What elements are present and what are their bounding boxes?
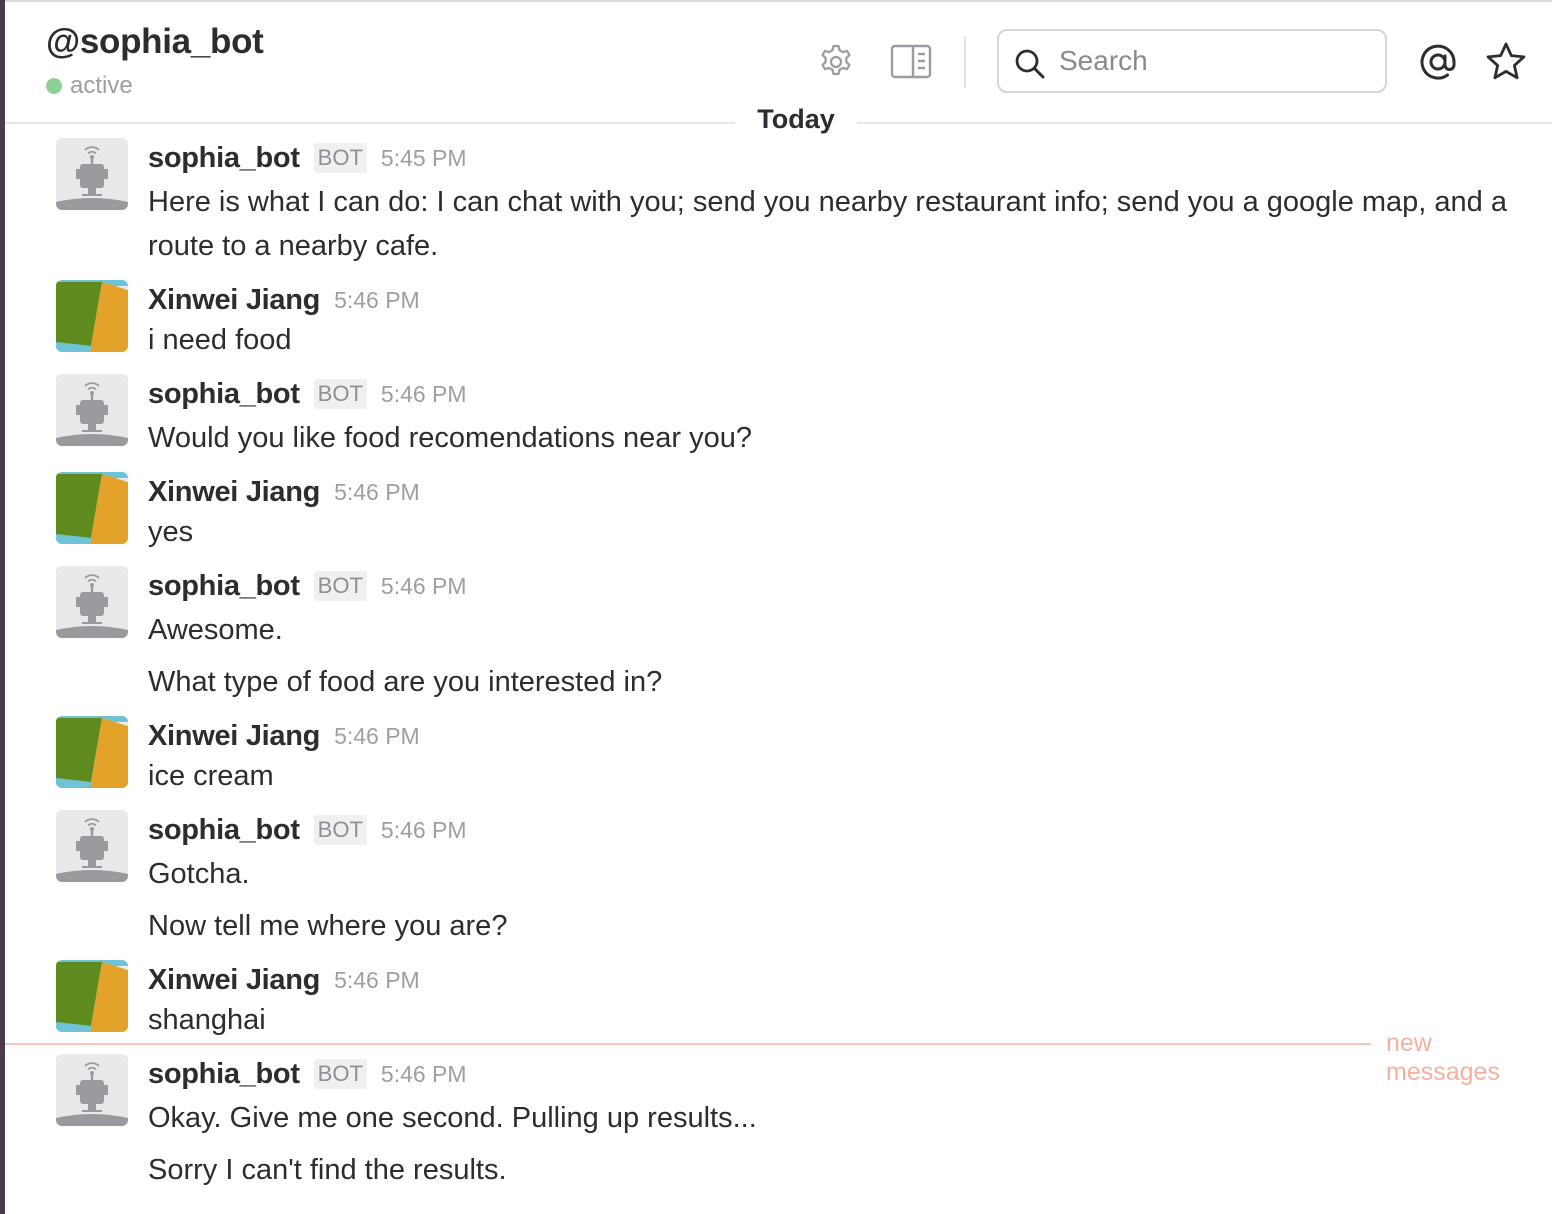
user-avatar[interactable] [56, 716, 128, 788]
presence-dot-icon [46, 78, 62, 94]
message-timestamp[interactable]: 5:46 PM [381, 1061, 467, 1088]
sender-name[interactable]: sophia_bot [148, 814, 300, 847]
message-text: ice cream [148, 760, 274, 792]
message-timestamp[interactable]: 5:46 PM [381, 817, 467, 844]
star-icon[interactable] [1484, 40, 1528, 84]
message-text: What type of food are you interested in? [148, 666, 663, 698]
message-timestamp[interactable]: 5:46 PM [381, 381, 467, 408]
bot-avatar[interactable] [56, 566, 128, 638]
sender-name[interactable]: Xinwei Jiang [148, 284, 320, 317]
bot-avatar[interactable] [56, 374, 128, 446]
message-text: Gotcha. [148, 858, 250, 890]
message-header: sophia_bot BOT 5:45 PM [148, 140, 467, 176]
message-text: Awesome. [148, 614, 283, 646]
header-divider [964, 36, 966, 88]
message-header: Xinwei Jiang 5:46 PM [148, 718, 420, 754]
sender-name[interactable]: sophia_bot [148, 142, 300, 175]
user-avatar[interactable] [56, 280, 128, 352]
search-box[interactable] [997, 29, 1387, 93]
message-timestamp[interactable]: 5:45 PM [381, 145, 467, 172]
message-text: i need food [148, 324, 292, 356]
presence-status: active [46, 72, 133, 100]
sidebar-toggle-icon[interactable] [889, 40, 933, 84]
sender-name[interactable]: Xinwei Jiang [148, 720, 320, 753]
search-input[interactable] [1059, 41, 1369, 81]
message-header: sophia_bot BOT 5:46 PM [148, 568, 467, 604]
message-header: Xinwei Jiang 5:46 PM [148, 282, 420, 318]
bot-badge: BOT [313, 1059, 367, 1089]
at-sign-icon[interactable] [1416, 40, 1460, 84]
message-timestamp[interactable]: 5:46 PM [381, 573, 467, 600]
message-text: Sorry I can't find the results. [148, 1154, 507, 1186]
sender-name[interactable]: Xinwei Jiang [148, 476, 320, 509]
message-text: Okay. Give me one second. Pulling up res… [148, 1102, 757, 1134]
message-header: sophia_bot BOT 5:46 PM [148, 1056, 467, 1092]
bot-badge: BOT [313, 143, 367, 173]
message-header: Xinwei Jiang 5:46 PM [148, 474, 420, 510]
message-text: Would you like food recomendations near … [148, 422, 753, 454]
sender-name[interactable]: Xinwei Jiang [148, 964, 320, 997]
message-header: sophia_bot BOT 5:46 PM [148, 812, 467, 848]
bot-badge: BOT [313, 815, 367, 845]
sender-name[interactable]: sophia_bot [148, 378, 300, 411]
message-timestamp[interactable]: 5:46 PM [334, 723, 420, 750]
gear-icon[interactable] [814, 40, 858, 84]
bot-badge: BOT [313, 571, 367, 601]
message-timestamp[interactable]: 5:46 PM [334, 479, 420, 506]
user-avatar[interactable] [56, 960, 128, 1032]
message-text: Here is what I can do: I can chat with y… [148, 186, 1507, 262]
message-text: shanghai [148, 1004, 266, 1036]
day-divider-line [5, 122, 735, 124]
message-header: Xinwei Jiang 5:46 PM [148, 962, 420, 998]
day-divider-label: Today [757, 104, 835, 134]
search-icon [1013, 47, 1047, 86]
chat-window: @sophia_bot active Search Today sophia_b… [0, 0, 1552, 1214]
bot-avatar[interactable] [56, 138, 128, 210]
bot-avatar[interactable] [56, 810, 128, 882]
bot-badge: BOT [313, 379, 367, 409]
new-messages-label[interactable]: new messages [1386, 1029, 1552, 1087]
message-text: Now tell me where you are? [148, 910, 508, 942]
presence-label: active [70, 72, 133, 99]
message-text: yes [148, 516, 194, 548]
top-border [5, 0, 1552, 2]
workspace-sidebar-edge [0, 0, 5, 1214]
sender-name[interactable]: sophia_bot [148, 570, 300, 603]
sender-name[interactable]: sophia_bot [148, 1058, 300, 1091]
user-avatar[interactable] [56, 472, 128, 544]
message-timestamp[interactable]: 5:46 PM [334, 967, 420, 994]
channel-title[interactable]: @sophia_bot [46, 22, 264, 62]
message-timestamp[interactable]: 5:46 PM [334, 287, 420, 314]
message-header: sophia_bot BOT 5:46 PM [148, 376, 467, 412]
day-divider-line [857, 122, 1552, 124]
new-messages-divider [5, 1043, 1371, 1045]
bot-avatar[interactable] [56, 1054, 128, 1126]
